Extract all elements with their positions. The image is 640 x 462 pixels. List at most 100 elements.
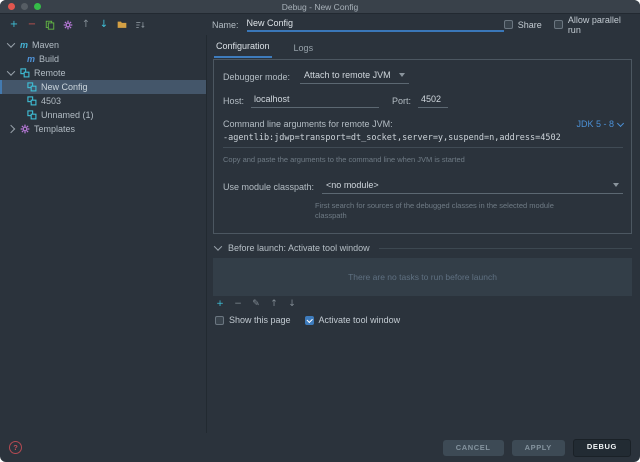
config-main-panel: Configuration Logs Debugger mode: Attach…	[207, 35, 640, 433]
help-icon[interactable]: ?	[9, 441, 22, 454]
before-launch-tasks-panel[interactable]: There are no tasks to run before launch	[213, 258, 632, 296]
allow-parallel-run-checkbox-box[interactable]	[554, 20, 563, 29]
add-icon[interactable]: +	[215, 299, 225, 309]
move-up-icon[interactable]: ↑	[269, 299, 279, 309]
remove-icon[interactable]: −	[233, 299, 243, 309]
show-this-page-label: Show this page	[229, 315, 291, 325]
module-classpath-row: Use module classpath: <no module>	[223, 179, 623, 194]
tab-bar: Configuration Logs	[213, 35, 632, 58]
host-label: Host:	[223, 96, 244, 106]
tree-item-label: Build	[39, 54, 59, 64]
jdk-version-value: JDK 5 - 8	[576, 119, 614, 129]
tree-item-label: Unnamed (1)	[41, 110, 94, 120]
cmdline-label-row: Command line arguments for remote JVM: J…	[223, 119, 623, 129]
share-checkbox[interactable]: Share	[504, 20, 542, 30]
tree-item-templates[interactable]: Templates	[0, 122, 206, 136]
cmdline-label: Command line arguments for remote JVM:	[223, 119, 393, 129]
chevron-down-icon	[399, 73, 405, 77]
remote-debug-icon	[20, 68, 30, 78]
tree-item-remote[interactable]: Remote	[0, 66, 206, 80]
debugger-mode-row: Debugger mode: Attach to remote JVM	[223, 69, 623, 84]
tab-logs[interactable]: Logs	[292, 43, 316, 58]
module-classpath-select[interactable]: <no module>	[322, 179, 623, 194]
tree-item-label: Remote	[34, 68, 66, 78]
new-folder-icon[interactable]	[117, 20, 127, 30]
apply-button[interactable]: APPLY	[512, 440, 565, 456]
header-checkboxes: Share Allow parallel run	[504, 15, 632, 35]
dialog-content: m Maven m Build Remote New Config	[0, 35, 640, 433]
chevron-right-icon[interactable]	[7, 125, 15, 133]
tree-item-unnamed-1[interactable]: Unnamed (1)	[0, 108, 206, 122]
cmdline-hint: Copy and paste the arguments to the comm…	[223, 155, 623, 164]
empty-tasks-text: There are no tasks to run before launch	[348, 272, 497, 282]
activate-tool-window-checkbox[interactable]: Activate tool window	[305, 315, 401, 325]
module-classpath-label: Use module classpath:	[223, 182, 314, 192]
maven-icon: m	[20, 40, 28, 50]
remove-icon[interactable]: −	[27, 20, 37, 30]
tree-item-label: New Config	[41, 82, 88, 92]
tree-item-4503[interactable]: 4503	[0, 94, 206, 108]
chevron-down-icon	[613, 183, 619, 187]
tree-item-build[interactable]: m Build	[0, 52, 206, 66]
debug-button[interactable]: DEBUG	[573, 439, 631, 457]
edit-pencil-icon[interactable]: ✎	[251, 299, 261, 309]
copy-icon[interactable]	[45, 20, 55, 30]
maven-icon: m	[27, 54, 35, 64]
move-down-icon[interactable]: ↓	[99, 20, 109, 30]
module-classpath-value: <no module>	[326, 180, 379, 190]
chevron-down-icon[interactable]	[214, 243, 222, 251]
configurations-tree: m Maven m Build Remote New Config	[0, 35, 207, 433]
chevron-down-icon[interactable]	[7, 39, 15, 47]
move-down-icon[interactable]: ↓	[287, 299, 297, 309]
configurations-toolbar: + − ↑ ↓	[0, 20, 207, 30]
activate-tool-window-label: Activate tool window	[319, 315, 401, 325]
sort-icon[interactable]	[135, 20, 145, 30]
chevron-down-icon[interactable]	[7, 67, 15, 75]
page-checkboxes: Show this page Activate tool window	[213, 315, 632, 325]
module-classpath-hint: First search for sources of the debugged…	[315, 201, 577, 221]
name-label: Name:	[212, 20, 239, 30]
debugger-mode-label: Debugger mode:	[223, 72, 290, 82]
tree-item-new-config-selected[interactable]: New Config	[0, 80, 206, 94]
share-checkbox-box[interactable]	[504, 20, 513, 29]
remote-debug-icon	[27, 110, 37, 120]
allow-parallel-run-label: Allow parallel run	[568, 15, 632, 35]
cmdline-arguments-field[interactable]: -agentlib:jdwp=transport=dt_socket,serve…	[223, 133, 623, 148]
debugger-mode-value: Attach to remote JVM	[304, 70, 391, 80]
templates-gear-icon	[20, 124, 30, 134]
name-row: Name: New Config Share Allow parallel ru…	[207, 15, 640, 35]
host-input[interactable]: localhost	[251, 93, 379, 108]
before-launch-header[interactable]: Before launch: Activate tool window	[213, 243, 632, 253]
port-input[interactable]: 4502	[418, 93, 448, 108]
divider	[379, 248, 632, 249]
before-launch-title: Before launch: Activate tool window	[228, 243, 370, 253]
jdk-version-select[interactable]: JDK 5 - 8	[576, 119, 623, 129]
tree-item-label: Templates	[34, 124, 75, 134]
debug-config-dialog: Debug - New Config + − ↑ ↓ Name: New Con…	[0, 0, 640, 462]
settings-gear-icon[interactable]	[63, 20, 73, 30]
port-label: Port:	[392, 96, 411, 106]
move-up-icon[interactable]: ↑	[81, 20, 91, 30]
footer-buttons: CANCEL APPLY DEBUG	[443, 439, 631, 457]
host-port-row: Host: localhost Port: 4502	[223, 93, 623, 108]
show-this-page-checkbox[interactable]: Show this page	[215, 315, 291, 325]
tree-item-label: Maven	[32, 40, 59, 50]
configuration-form: Debugger mode: Attach to remote JVM Host…	[213, 59, 632, 234]
debugger-mode-select[interactable]: Attach to remote JVM	[300, 69, 409, 84]
chevron-down-icon	[617, 119, 624, 126]
tasks-toolbar: + − ✎ ↑ ↓	[213, 299, 632, 309]
top-bar: + − ↑ ↓ Name: New Config Share	[0, 14, 640, 35]
remote-debug-icon	[27, 82, 37, 92]
cancel-button[interactable]: CANCEL	[443, 440, 504, 456]
name-input[interactable]: New Config	[247, 17, 504, 32]
share-checkbox-label: Share	[518, 20, 542, 30]
remote-debug-icon	[27, 96, 37, 106]
add-icon[interactable]: +	[9, 20, 19, 30]
activate-tool-window-checkbox-box[interactable]	[305, 316, 314, 325]
dialog-footer: ? CANCEL APPLY DEBUG	[0, 433, 640, 462]
show-this-page-checkbox-box[interactable]	[215, 316, 224, 325]
tree-item-maven[interactable]: m Maven	[0, 38, 206, 52]
tab-configuration[interactable]: Configuration	[214, 41, 272, 58]
allow-parallel-run-checkbox[interactable]: Allow parallel run	[554, 15, 632, 35]
window-title: Debug - New Config	[0, 2, 640, 12]
